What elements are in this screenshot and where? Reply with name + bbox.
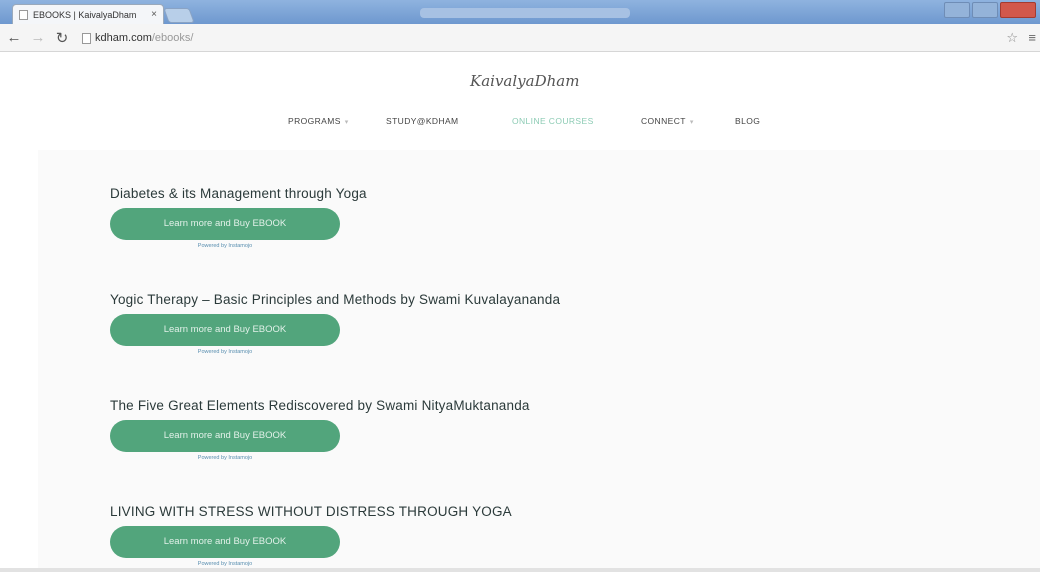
browser-menu-icon[interactable]: ≡: [1028, 30, 1036, 45]
window-titlebar: EBOOKS | KaivalyaDham ×: [0, 0, 1040, 24]
maximize-button[interactable]: [972, 2, 998, 18]
window-close-button[interactable]: [1000, 2, 1036, 18]
ebook-item: The Five Great Elements Rediscovered by …: [110, 398, 530, 461]
back-arrow-icon[interactable]: ←: [4, 29, 24, 46]
chevron-down-icon: ▾: [689, 119, 694, 126]
ebook-title: Diabetes & its Management through Yoga: [110, 186, 367, 201]
ebook-item: Diabetes & its Management through Yoga L…: [110, 186, 367, 249]
browser-toolbar: ← → ↻ kdham.com /ebooks/: [0, 24, 1040, 52]
ebook-title: The Five Great Elements Rediscovered by …: [110, 398, 530, 413]
buy-ebook-button[interactable]: Learn more and Buy EBOOK: [110, 526, 340, 558]
site-logo[interactable]: KaivalyaDham: [470, 72, 579, 90]
main-navigation: PROGRAMS ▾ STUDY@KDHAM ONLINE COURSES CON…: [0, 116, 1040, 130]
new-tab-button[interactable]: [163, 8, 195, 23]
nav-item-blog[interactable]: BLOG: [735, 116, 760, 126]
url-domain: kdham.com: [95, 32, 152, 44]
buy-ebook-button[interactable]: Learn more and Buy EBOOK: [110, 420, 340, 452]
url-path: /ebooks/: [151, 32, 194, 44]
chevron-down-icon: ▾: [344, 119, 349, 126]
ebook-title: Yogic Therapy – Basic Principles and Met…: [110, 292, 561, 307]
nav-item-programs[interactable]: PROGRAMS ▾: [288, 116, 349, 126]
tab-close-icon[interactable]: ×: [151, 9, 157, 20]
forward-arrow-icon[interactable]: →: [28, 29, 48, 46]
browser-tab[interactable]: EBOOKS | KaivalyaDham ×: [12, 4, 164, 24]
minimize-button[interactable]: [944, 2, 970, 18]
buy-ebook-button[interactable]: Learn more and Buy EBOOK: [110, 314, 340, 346]
page-bottom-edge: [0, 568, 1040, 572]
ebook-item: LIVING WITH STRESS WITHOUT DISTRESS THRO…: [110, 504, 512, 567]
powered-by-link[interactable]: Powered by Instamojo: [110, 561, 340, 567]
nav-item-online-courses[interactable]: ONLINE COURSES: [512, 116, 594, 126]
ebook-title: LIVING WITH STRESS WITHOUT DISTRESS THRO…: [110, 504, 512, 519]
page-icon: [82, 32, 91, 44]
address-bar[interactable]: kdham.com /ebooks/: [82, 29, 982, 47]
tab-title: EBOOKS | KaivalyaDham: [33, 9, 137, 20]
powered-by-link[interactable]: Powered by Instamojo: [110, 243, 340, 249]
bookmark-star-icon[interactable]: ☆: [1006, 30, 1018, 46]
reload-icon[interactable]: ↻: [52, 29, 72, 47]
buy-ebook-button[interactable]: Learn more and Buy EBOOK: [110, 208, 340, 240]
powered-by-link[interactable]: Powered by Instamojo: [110, 349, 340, 355]
page-content: Diabetes & its Management through Yoga L…: [38, 150, 1040, 572]
powered-by-link[interactable]: Powered by Instamojo: [110, 455, 340, 461]
nav-item-study[interactable]: STUDY@KDHAM: [386, 116, 459, 126]
window-controls: [944, 2, 1036, 18]
page-favicon-icon: [19, 9, 28, 20]
window-title-area: [420, 8, 630, 18]
nav-item-connect[interactable]: CONNECT ▾: [641, 116, 694, 126]
ebook-item: Yogic Therapy – Basic Principles and Met…: [110, 292, 560, 355]
